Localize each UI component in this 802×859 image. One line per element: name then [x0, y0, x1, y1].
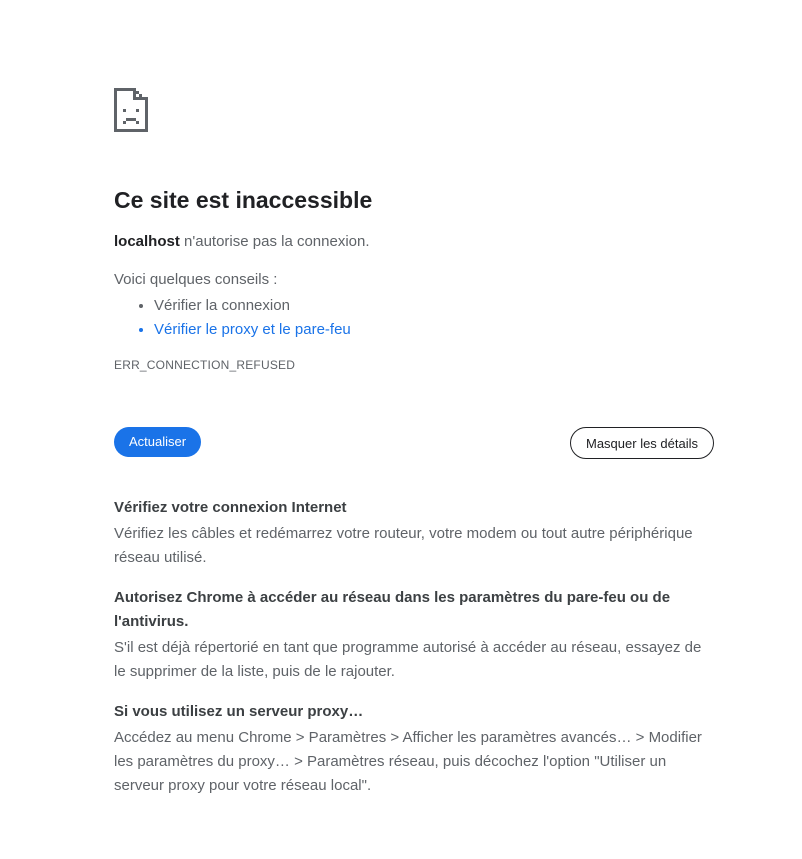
- detail-title: Si vous utilisez un serveur proxy…: [114, 703, 364, 720]
- error-summary: localhost n'autorise pas la connexion.: [114, 232, 714, 252]
- sad-page-icon: [114, 88, 148, 132]
- error-code: ERR_CONNECTION_REFUSED: [114, 358, 296, 372]
- button-row: Actualiser Masquer les détails: [114, 427, 714, 459]
- detail-check-internet: Vérifiez votre connexion Internet Vérifi…: [114, 496, 714, 570]
- detail-title: Autorisez Chrome à accéder au réseau dan…: [114, 589, 671, 630]
- details-section: Vérifiez votre connexion Internet Vérifi…: [114, 496, 714, 798]
- detail-proxy: Si vous utilisez un serveur proxy… Accéd…: [114, 700, 714, 798]
- detail-body: Vérifiez les câbles et redémarrez votre …: [114, 525, 693, 566]
- hide-details-button[interactable]: Masquer les détails: [570, 427, 714, 459]
- detail-title: Vérifiez votre connexion Internet: [114, 499, 347, 516]
- host-name: localhost: [114, 233, 180, 250]
- detail-firewall: Autorisez Chrome à accéder au réseau dan…: [114, 586, 714, 684]
- error-message: n'autorise pas la connexion.: [179, 233, 370, 250]
- page-title: Ce site est inaccessible: [114, 187, 373, 213]
- reload-button[interactable]: Actualiser: [114, 427, 202, 457]
- error-page-content: Ce site est inaccessible localhost n'aut…: [114, 88, 714, 814]
- detail-body: S'il est déjà répertorié en tant que pro…: [114, 639, 702, 680]
- tip-check-proxy-link[interactable]: Vérifier le proxy et le pare-feu: [154, 318, 714, 342]
- tips-list: Vérifier la connexion Vérifier le proxy …: [114, 294, 714, 342]
- tips-intro: Voici quelques conseils :: [114, 271, 278, 288]
- tip-check-connection: Vérifier la connexion: [154, 294, 714, 318]
- detail-body: Accédez au menu Chrome > Paramètres > Af…: [114, 729, 702, 794]
